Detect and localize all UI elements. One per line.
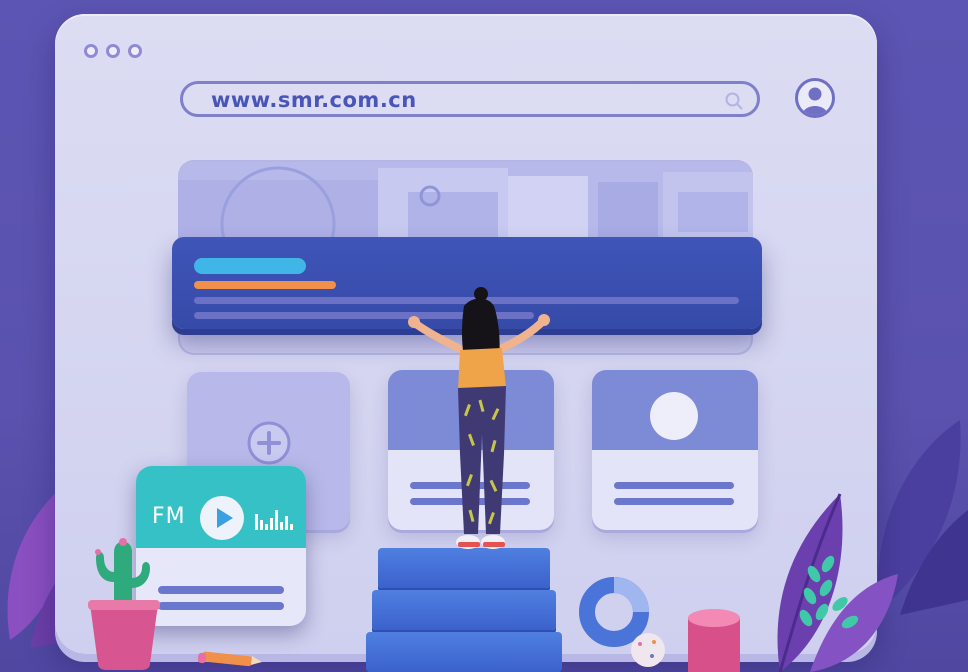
user-avatar-icon[interactable] [795,78,835,118]
step-block [372,590,556,630]
play-icon[interactable] [198,494,246,542]
window-dot-icon [106,44,120,58]
track-info-line [158,586,284,594]
hero-image-strip [178,162,753,242]
pencil-illustration [198,651,262,667]
equalizer-icon [255,510,293,530]
plus-icon[interactable] [246,420,292,466]
ball-decoration [631,633,665,667]
cactus-plant-illustration [88,538,160,670]
profile-card[interactable] [592,370,758,530]
url-text: www.smr.com.cn [211,88,417,112]
woman-figure-illustration [408,287,550,549]
step-block [366,632,562,672]
card-text-line [614,482,734,489]
card-text-line [614,498,734,505]
leafy-plant-illustration [777,493,898,672]
profile-photo-circle [650,392,698,440]
hero-title-bar [194,258,306,274]
window-dot-icon [84,44,98,58]
search-icon[interactable] [725,92,743,110]
address-bar[interactable]: www.smr.com.cn [180,81,760,117]
cylinder-decoration [688,609,740,672]
window-dot-icon [128,44,142,58]
track-info-line [158,602,284,610]
hero-subtitle-bar [194,281,336,289]
